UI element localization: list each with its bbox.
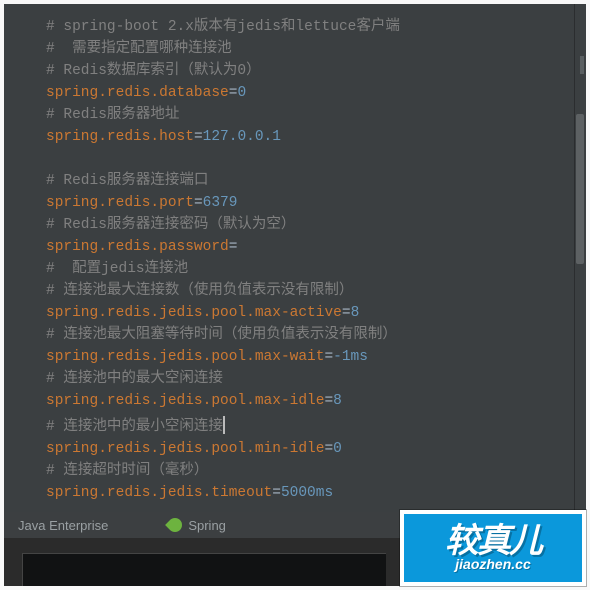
watermark-sub: jiaozhen.cc: [455, 556, 530, 572]
property-value: 0: [333, 441, 342, 457]
equals-sign: =: [324, 441, 333, 457]
code-line[interactable]: # Redis服务器地址: [46, 104, 586, 126]
code-line[interactable]: # 连接池最大连接数（使用负值表示没有限制）: [46, 280, 586, 302]
comment-text: # 连接池中的最大空闲连接: [46, 371, 223, 387]
code-line[interactable]: spring.redis.jedis.pool.max-idle=8: [46, 390, 586, 412]
property-value: 8: [351, 305, 360, 321]
comment-text: # 配置jedis连接池: [46, 261, 188, 277]
bottom-panel-inner: [22, 553, 386, 586]
watermark-main: 较真儿: [445, 524, 541, 558]
comment-text: # 连接池最大连接数（使用负值表示没有限制）: [46, 283, 353, 299]
code-line[interactable]: # 配置jedis连接池: [46, 258, 586, 280]
comment-text: # Redis数据库索引（默认为0）: [46, 63, 261, 79]
code-line[interactable]: # spring-boot 2.x版本有jedis和lettuce客户端: [46, 16, 586, 38]
code-editor[interactable]: # spring-boot 2.x版本有jedis和lettuce客户端 # 需要…: [4, 4, 586, 512]
code-line[interactable]: # 连接池最大阻塞等待时间（使用负值表示没有限制）: [46, 324, 586, 346]
comment-text: # 需要指定配置哪种连接池: [46, 41, 232, 57]
property-key: spring.redis.database: [46, 85, 229, 101]
code-line[interactable]: # 连接池中的最大空闲连接: [46, 368, 586, 390]
equals-sign: =: [272, 485, 281, 501]
vertical-scrollbar[interactable]: [574, 4, 586, 512]
code-line[interactable]: spring.redis.jedis.pool.max-active=8: [46, 302, 586, 324]
comment-text: # Redis服务器地址: [46, 107, 179, 123]
property-value: -1ms: [333, 349, 368, 365]
spring-icon: [165, 515, 185, 535]
equals-sign: =: [194, 195, 203, 211]
code-line[interactable]: spring.redis.port=6379: [46, 192, 586, 214]
comment-text: # spring-boot 2.x版本有jedis和lettuce客户端: [46, 19, 400, 35]
code-line[interactable]: # Redis服务器连接端口: [46, 170, 586, 192]
property-value: 127.0.0.1: [203, 129, 281, 145]
text-caret: [223, 416, 225, 434]
property-value: 0: [237, 85, 246, 101]
code-line[interactable]: # Redis服务器连接密码（默认为空）: [46, 214, 586, 236]
code-line[interactable]: spring.redis.jedis.timeout=5000ms: [46, 482, 586, 504]
property-key: spring.redis.jedis.pool.max-wait: [46, 349, 324, 365]
comment-text: # Redis服务器连接密码（默认为空）: [46, 217, 295, 233]
comment-text: # 连接超时时间（毫秒）: [46, 463, 208, 479]
property-key: spring.redis.host: [46, 129, 194, 145]
equals-sign: =: [194, 129, 203, 145]
code-line[interactable]: # 连接池中的最小空闲连接: [46, 412, 586, 438]
comment-text: # 连接池最大阻塞等待时间（使用负值表示没有限制）: [46, 327, 397, 343]
property-key: spring.redis.password: [46, 239, 229, 255]
property-key: spring.redis.port: [46, 195, 194, 211]
code-line[interactable]: # 需要指定配置哪种连接池: [46, 38, 586, 60]
code-line[interactable]: spring.redis.jedis.pool.min-idle=0: [46, 438, 586, 460]
property-key: spring.redis.jedis.pool.max-idle: [46, 393, 324, 409]
property-value: 5000ms: [281, 485, 333, 501]
code-line[interactable]: [46, 148, 586, 170]
code-line[interactable]: # 连接超时时间（毫秒）: [46, 460, 586, 482]
equals-sign: =: [229, 239, 238, 255]
tab-spring[interactable]: Spring: [158, 514, 236, 537]
code-line[interactable]: spring.redis.database=0: [46, 82, 586, 104]
property-value: 8: [333, 393, 342, 409]
code-line[interactable]: # Redis数据库索引（默认为0）: [46, 60, 586, 82]
equals-sign: =: [324, 349, 333, 365]
equals-sign: =: [324, 393, 333, 409]
code-line[interactable]: spring.redis.password=: [46, 236, 586, 258]
tab-java-enterprise[interactable]: Java Enterprise: [8, 514, 118, 537]
scrollbar-thumb[interactable]: [576, 114, 584, 264]
equals-sign: =: [342, 305, 351, 321]
watermark-badge: 较真儿 jiaozhen.cc: [400, 510, 586, 586]
scrollbar-marker: [580, 56, 584, 74]
property-key: spring.redis.jedis.timeout: [46, 485, 272, 501]
comment-text: # Redis服务器连接端口: [46, 173, 208, 189]
code-line[interactable]: spring.redis.host=127.0.0.1: [46, 126, 586, 148]
property-key: spring.redis.jedis.pool.max-active: [46, 305, 342, 321]
comment-text: # 连接池中的最小空闲连接: [46, 419, 223, 435]
property-key: spring.redis.jedis.pool.min-idle: [46, 441, 324, 457]
property-value: 6379: [203, 195, 238, 211]
code-line[interactable]: spring.redis.jedis.pool.max-wait=-1ms: [46, 346, 586, 368]
tab-spring-label: Spring: [188, 518, 226, 533]
